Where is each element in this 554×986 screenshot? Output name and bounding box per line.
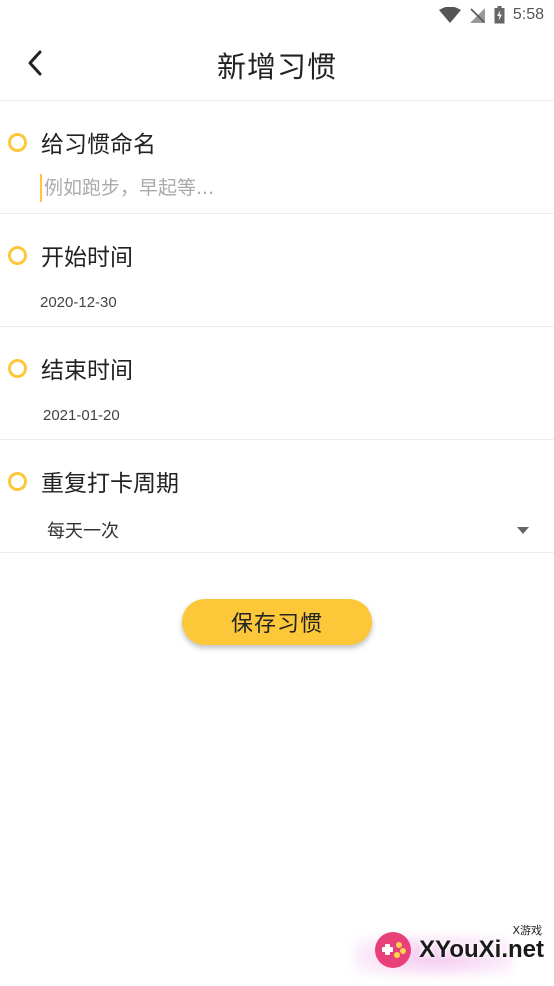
repeat-header: 重复打卡周期	[8, 464, 179, 498]
repeat-label: 重复打卡周期	[41, 471, 179, 497]
save-habit-button[interactable]: 保存习惯	[182, 599, 372, 645]
habit-name-input[interactable]	[42, 177, 484, 199]
name-input-wrap	[40, 173, 520, 203]
start-time-header: 开始时间	[8, 238, 133, 272]
repeat-selected-value: 每天一次	[47, 521, 119, 542]
watermark-text-wrap: X游戏 XYouXi.net	[419, 924, 544, 964]
status-bar: 5:58	[0, 0, 554, 30]
ring-bullet-icon	[8, 471, 27, 491]
ring-bullet-icon	[8, 132, 27, 152]
gamepad-logo-icon	[373, 930, 413, 970]
ring-bullet-icon	[8, 358, 27, 378]
dropdown-arrow-icon	[517, 526, 529, 534]
status-icons: 5:58	[438, 6, 544, 24]
name-section: 给习惯命名	[0, 101, 554, 214]
status-time: 5:58	[512, 6, 544, 23]
start-time-section: 开始时间 2020-12-30	[0, 214, 554, 327]
end-date-value[interactable]: 2021-01-20	[43, 407, 120, 424]
end-time-section: 结束时间 2021-01-20	[0, 327, 554, 440]
wifi-icon	[438, 6, 461, 24]
page-title: 新增习惯	[216, 50, 337, 84]
start-time-label: 开始时间	[41, 245, 133, 271]
repeat-period-select[interactable]: 每天一次	[47, 516, 537, 544]
app-bar: 新增习惯	[0, 30, 554, 101]
end-time-label: 结束时间	[41, 358, 133, 384]
signal-icon	[469, 7, 486, 24]
name-section-header: 给习惯命名	[8, 125, 156, 159]
habit-form: 给习惯命名 开始时间 2020-12-30 结束时间 2021-01-20 重复…	[0, 101, 554, 553]
battery-icon	[494, 6, 505, 24]
end-time-header: 结束时间	[8, 351, 133, 385]
watermark-text: XYouXi.net	[419, 936, 544, 963]
name-label: 给习惯命名	[41, 132, 156, 158]
watermark-sub: X游戏	[512, 924, 542, 937]
watermark: X游戏 XYouXi.net	[373, 924, 544, 970]
start-date-value[interactable]: 2020-12-30	[40, 294, 117, 311]
ring-bullet-icon	[8, 245, 27, 265]
repeat-section: 重复打卡周期 每天一次	[0, 440, 554, 553]
